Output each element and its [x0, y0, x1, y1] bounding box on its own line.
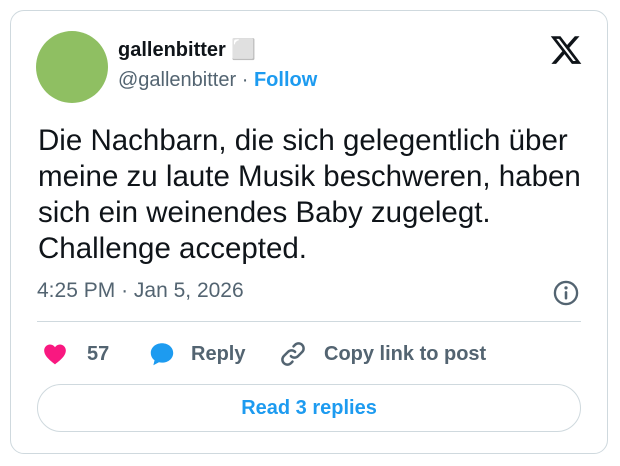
x-logo-icon[interactable] — [549, 33, 583, 67]
tweet-timestamp[interactable]: 4:25 PM · Jan 5, 2026 — [37, 279, 244, 303]
tweet-text: Die Nachbarn, die sich gelegentlich über… — [38, 124, 581, 265]
divider — [37, 321, 581, 322]
like-button[interactable]: 57 — [41, 336, 109, 372]
like-count: 57 — [87, 342, 110, 365]
author-handle[interactable]: @gallenbitter — [118, 69, 236, 91]
tweet-card: gallenbitter ⬜ @gallenbitter · Follow Di… — [10, 10, 608, 454]
reply-bubble-icon — [150, 343, 174, 366]
tweet-time: 4:25 PM — [37, 279, 116, 302]
reply-button[interactable]: Reply — [147, 336, 245, 372]
handle-separator: · — [241, 69, 249, 91]
tweet-date: Jan 5, 2026 — [133, 279, 244, 302]
avatar[interactable] — [36, 31, 108, 103]
timestamp-separator: · — [121, 279, 129, 302]
info-icon[interactable] — [552, 279, 580, 307]
read-replies-label: Read 3 replies — [241, 396, 377, 419]
copy-link-label: Copy link to post — [324, 342, 487, 365]
author-name[interactable]: gallenbitter ⬜ — [118, 37, 256, 62]
follow-button[interactable]: Follow — [254, 69, 317, 91]
read-replies-button[interactable]: Read 3 replies — [37, 384, 581, 432]
copy-link-button[interactable]: Copy link to post — [278, 336, 486, 372]
link-icon — [281, 342, 305, 366]
action-bar: 57 Reply Copy link to post — [11, 336, 607, 372]
handle-row: @gallenbitter · Follow — [118, 69, 317, 92]
reply-label: Reply — [191, 342, 246, 365]
heart-icon — [44, 344, 66, 365]
